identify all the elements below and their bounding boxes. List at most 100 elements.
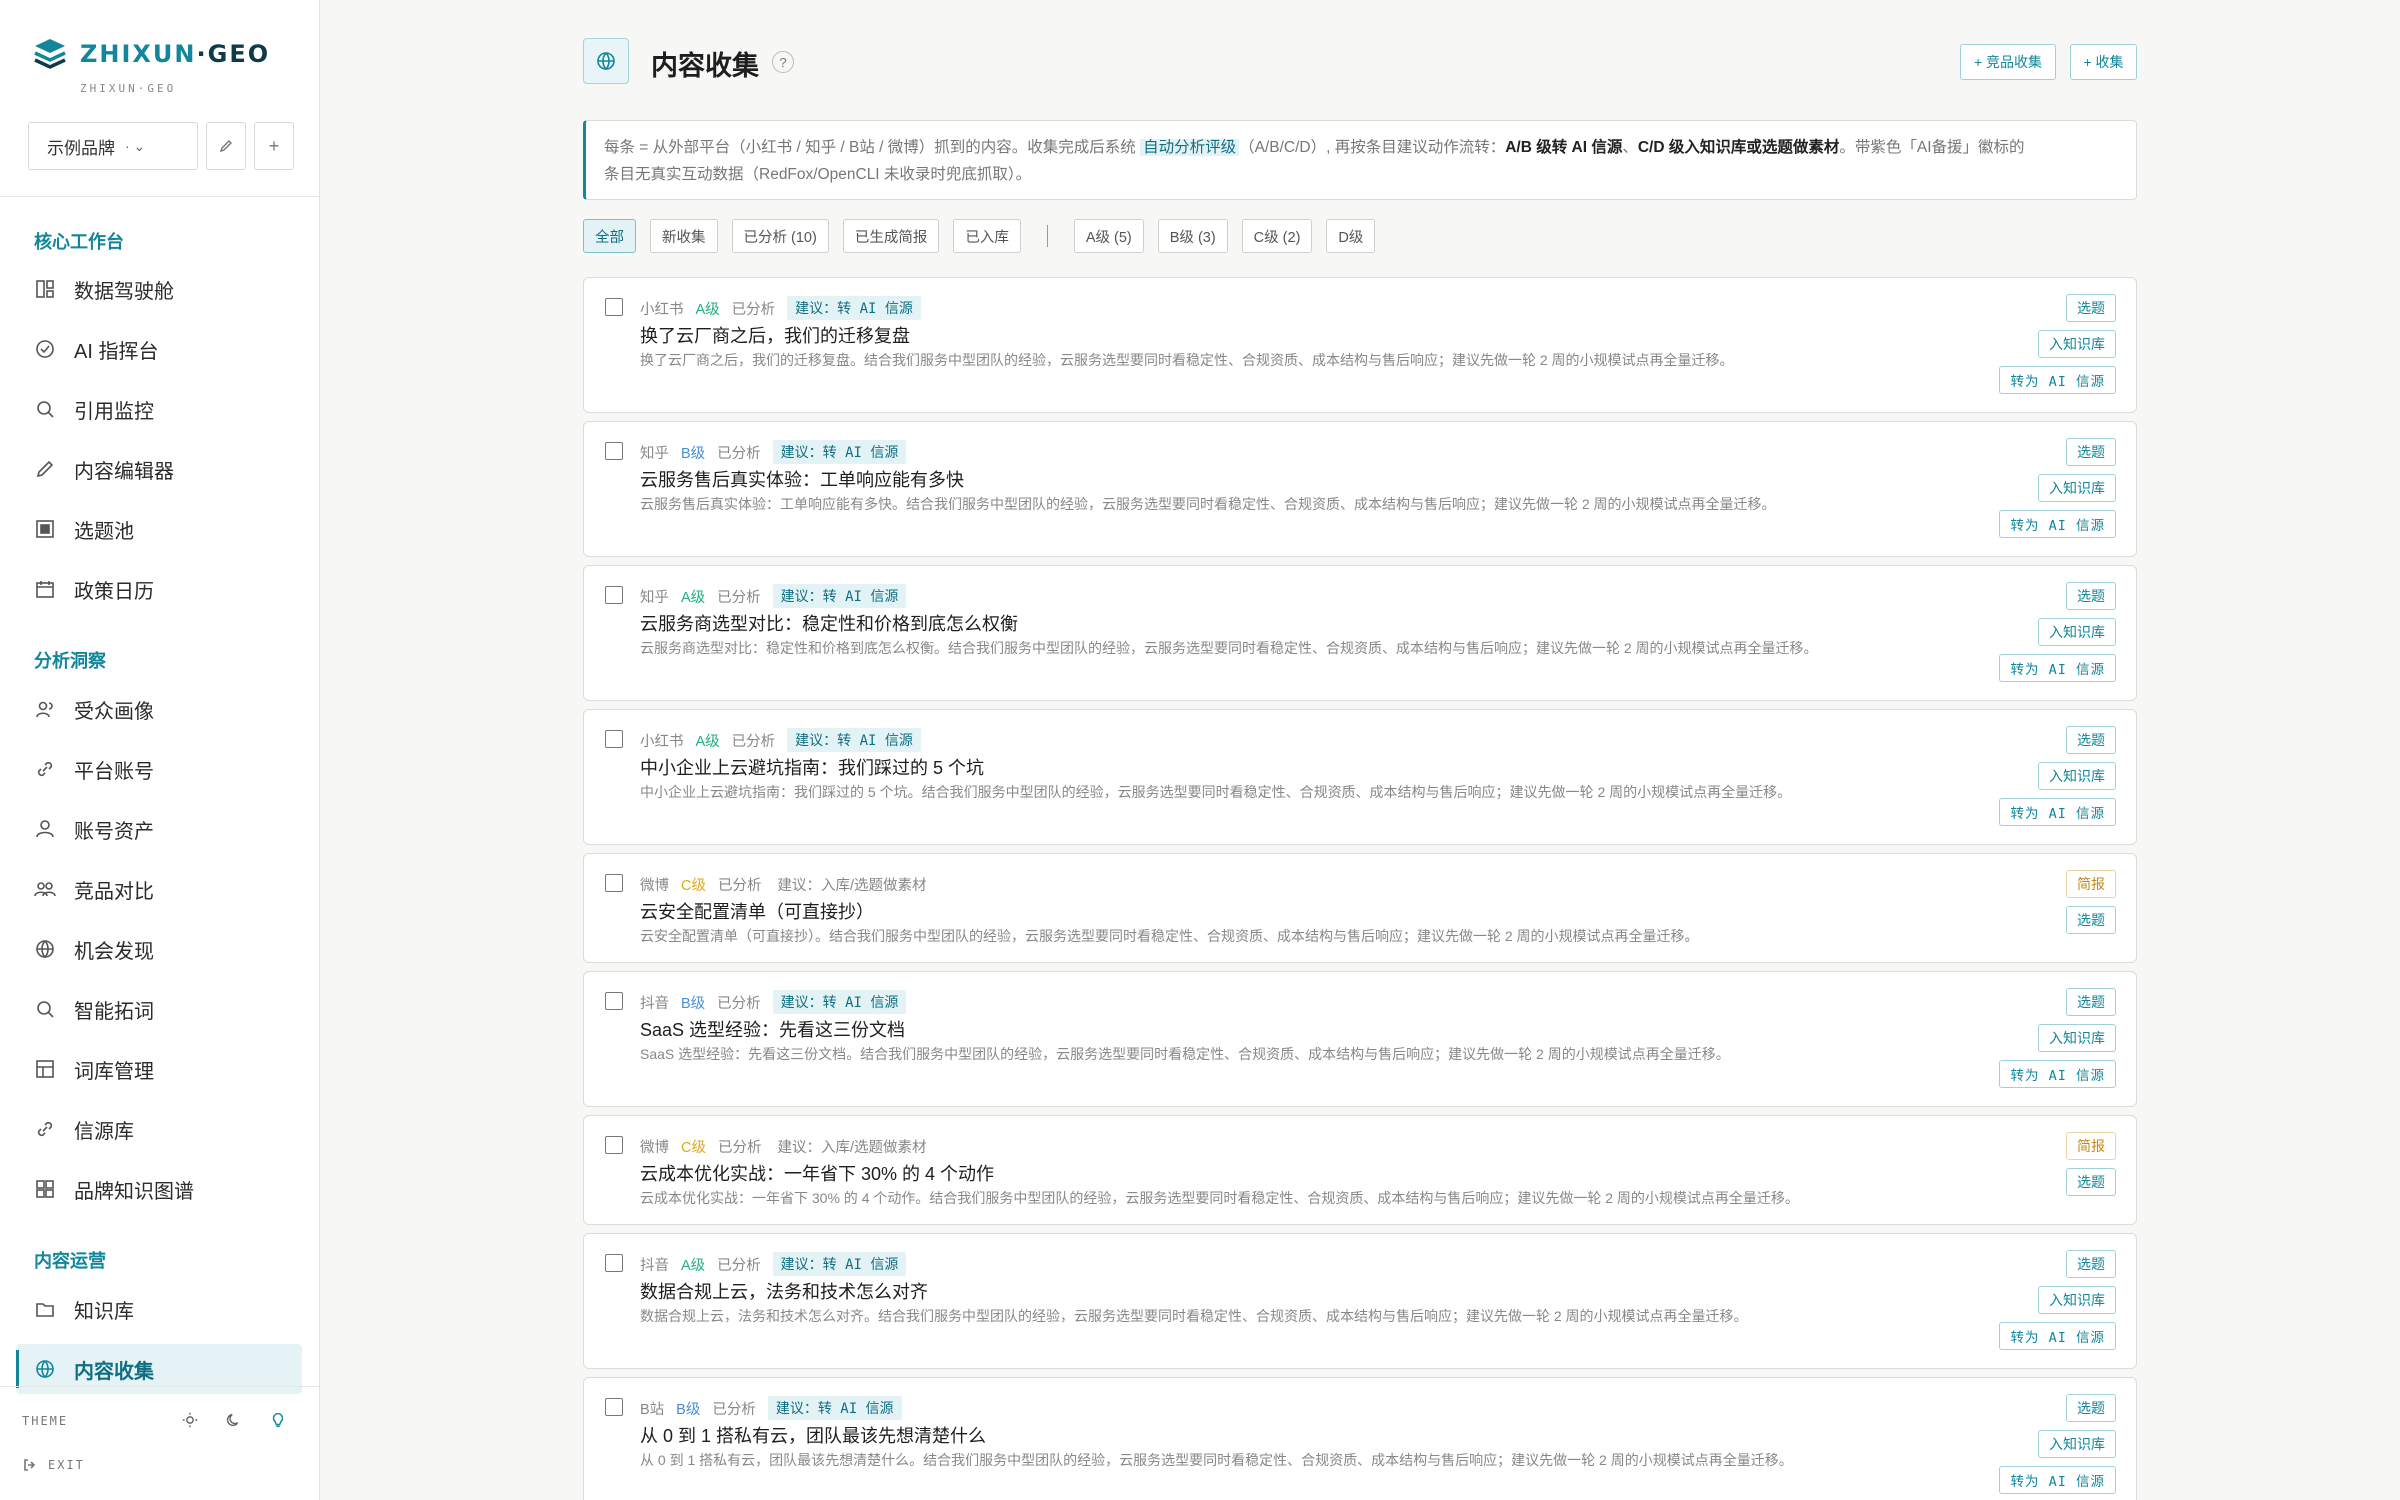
card-title[interactable]: 云服务售后真实体验：工单响应能有多快 [640, 466, 964, 492]
filter-stored[interactable]: 已入库 [953, 219, 1021, 253]
competitor-collect-button[interactable]: + 竞品收集 [1960, 44, 2056, 80]
collect-button[interactable]: + 收集 [2070, 44, 2137, 80]
select-checkbox[interactable] [605, 1136, 623, 1154]
sidebar-item-insight-5[interactable]: 智能拓词 [16, 984, 302, 1034]
exit-button[interactable]: EXIT [22, 1457, 85, 1473]
sidebar-item-core-3[interactable]: 内容编辑器 [16, 444, 302, 494]
card-title[interactable]: 云安全配置清单（可直接抄） [640, 898, 874, 924]
topic-button[interactable]: 选题 [2066, 294, 2116, 322]
topic-button[interactable]: 选题 [2066, 1168, 2116, 1196]
add-to-knowledge-base-button[interactable]: 入知识库 [2038, 1430, 2116, 1458]
topic-button[interactable]: 选题 [2066, 438, 2116, 466]
suggestion-badge: 建议：转 AI 信源 [772, 1252, 907, 1276]
select-checkbox[interactable] [605, 730, 623, 748]
sidebar-item-core-0[interactable]: 数据驾驶舱 [16, 264, 302, 314]
status-badge: 已分析 [731, 733, 776, 750]
filter-grade-b[interactable]: B级 (3) [1157, 219, 1228, 253]
select-checkbox[interactable] [605, 874, 623, 892]
sidebar-item-insight-0[interactable]: 受众画像 [16, 684, 302, 734]
add-to-knowledge-base-button[interactable]: 入知识库 [2038, 618, 2116, 646]
brand-subtitle: ZHIXUN·GEO [80, 82, 177, 95]
help-icon[interactable]: ? [772, 51, 794, 73]
topic-button[interactable]: 选题 [2066, 988, 2116, 1016]
topic-button[interactable]: 选题 [2066, 906, 2116, 934]
content-card[interactable]: 微博 C级 已分析 建议：入库/选题做素材 云安全配置清单（可直接抄） 云安全配置清单（可… [583, 853, 2137, 963]
convert-to-ai-source-button[interactable]: 转为 AI 信源 [1999, 1060, 2116, 1088]
filter-analyzed[interactable]: 已分析 (10) [731, 219, 829, 253]
add-to-knowledge-base-button[interactable]: 入知识库 [2038, 1024, 2116, 1052]
sidebar-item-insight-8[interactable]: 品牌知识图谱 [16, 1164, 302, 1214]
edit-brand-button[interactable] [206, 122, 246, 170]
content-card[interactable]: 小红书 A级 已分析 建议：转 AI 信源 换了云厂商之后，我们的迁移复盘 换了云厂商之后… [583, 277, 2137, 413]
sidebar-item-core-2[interactable]: 引用监控 [16, 384, 302, 434]
select-checkbox[interactable] [605, 586, 623, 604]
sidebar-item-core-1[interactable]: AI 指挥台 [16, 324, 302, 374]
content-card[interactable]: B站 B级 已分析 建议：转 AI 信源从 0 到 1 搭私有云，团队最该先想清楚什么… [583, 1377, 2137, 1500]
filter-all[interactable]: 全部 [583, 219, 636, 253]
content-card[interactable]: 小红书 A级 已分析 建议：转 AI 信源 中小企业上云避坑指南：我们踩过的 5 个坑中… [583, 709, 2137, 845]
suggestion-badge: 建议：转 AI 信源 [767, 1396, 902, 1420]
sidebar-item-insight-7[interactable]: 信源库 [16, 1104, 302, 1154]
brief-button[interactable]: 简报 [2066, 1132, 2116, 1160]
card-description: 云服务商选型对比：稳定性和价格到底怎么权衡。结合我们服务中型团队的经验，云服务选… [640, 640, 1818, 656]
content-card[interactable]: 知乎 A级 已分析 建议：转 AI 信源 云服务商选型对比：稳定性和价格到底怎么权衡 云服… [583, 565, 2137, 701]
add-brand-button[interactable]: + [254, 122, 294, 170]
add-to-knowledge-base-button[interactable]: 入知识库 [2038, 1286, 2116, 1314]
content-card[interactable]: 抖音 A级 已分析 建议：转 AI 信源 数据合规上云，法务和技术怎么对齐 数据合规上云，… [583, 1233, 2137, 1369]
convert-to-ai-source-button[interactable]: 转为 AI 信源 [1999, 1466, 2116, 1494]
convert-to-ai-source-button[interactable]: 转为 AI 信源 [1999, 510, 2116, 538]
globe-icon [34, 938, 56, 960]
card-title[interactable]: 数据合规上云，法务和技术怎么对齐 [640, 1278, 928, 1304]
sidebar-item-core-5[interactable]: 政策日历 [16, 564, 302, 614]
add-to-knowledge-base-button[interactable]: 入知识库 [2038, 330, 2116, 358]
user-icon [34, 818, 56, 840]
card-title[interactable]: 云成本优化实战：一年省下 30% 的 4 个动作 [640, 1160, 994, 1186]
sidebar-item-ops-0[interactable]: 知识库 [16, 1284, 302, 1334]
moon-icon[interactable] [224, 1410, 244, 1430]
select-checkbox[interactable] [605, 442, 623, 460]
brief-button[interactable]: 简报 [2066, 870, 2116, 898]
sidebar-item-insight-6[interactable]: 词库管理 [16, 1044, 302, 1094]
filter-grade-c[interactable]: C级 (2) [1241, 219, 1313, 253]
status-badge: 已分析 [717, 995, 761, 1012]
filter-new[interactable]: 新收集 [650, 219, 718, 253]
content-card[interactable]: 微博 C级 已分析 建议：入库/选题做素材 云成本优化实战：一年省下 30% 的 4 个… [583, 1115, 2137, 1225]
convert-to-ai-source-button[interactable]: 转为 AI 信源 [1999, 654, 2116, 682]
select-checkbox[interactable] [605, 298, 623, 316]
convert-to-ai-source-button[interactable]: 转为 AI 信源 [1999, 366, 2116, 394]
filter-grade-a[interactable]: A级 (5) [1073, 219, 1144, 253]
card-title[interactable]: 从 0 到 1 搭私有云，团队最该先想清楚什么 [640, 1422, 986, 1448]
content-card[interactable]: 知乎 B级 已分析 建议：转 AI 信源 云服务售后真实体验：工单响应能有多快 云服务售后… [583, 421, 2137, 557]
sidebar-item-insight-3[interactable]: 竞品对比 [16, 864, 302, 914]
filter-briefed[interactable]: 已生成简报 [842, 219, 940, 253]
sidebar-item-core-4[interactable]: 选题池 [16, 504, 302, 554]
add-to-knowledge-base-button[interactable]: 入知识库 [2038, 474, 2116, 502]
info-banner: 每条 = 从外部平台（小红书 / 知乎 / B站 / 微博）抓到的内容。收集完成… [583, 120, 2137, 200]
sidebar-item-insight-1[interactable]: 平台账号 [16, 744, 302, 794]
bulb-icon[interactable] [268, 1410, 288, 1430]
select-checkbox[interactable] [605, 992, 623, 1010]
card-title[interactable]: 中小企业上云避坑指南：我们踩过的 5 个坑 [640, 754, 984, 780]
globe-icon [34, 1358, 56, 1380]
topic-button[interactable]: 选题 [2066, 726, 2116, 754]
filter-grade-d[interactable]: D级 [1326, 219, 1376, 253]
topic-button[interactable]: 选题 [2066, 582, 2116, 610]
pencil-icon [34, 458, 56, 480]
content-card[interactable]: 抖音 B级 已分析 建议：转 AI 信源 SaaS 选型经验：先看这三份文档 SaaS 选… [583, 971, 2137, 1107]
add-to-knowledge-base-button[interactable]: 入知识库 [2038, 762, 2116, 790]
topic-button[interactable]: 选题 [2066, 1394, 2116, 1422]
card-description: 换了云厂商之后，我们的迁移复盘。结合我们服务中型团队的经验，云服务选型要同时看稳… [640, 352, 1734, 368]
card-title[interactable]: SaaS 选型经验：先看这三份文档 [640, 1016, 905, 1042]
card-title[interactable]: 云服务商选型对比：稳定性和价格到底怎么权衡 [640, 610, 1018, 636]
convert-to-ai-source-button[interactable]: 转为 AI 信源 [1999, 1322, 2116, 1350]
sun-icon[interactable] [180, 1410, 200, 1430]
topic-button[interactable]: 选题 [2066, 1250, 2116, 1278]
sidebar-item-insight-4[interactable]: 机会发现 [16, 924, 302, 974]
convert-to-ai-source-button[interactable]: 转为 AI 信源 [1999, 798, 2116, 826]
brand-select[interactable]: 示例品牌 · ⌄ [28, 122, 198, 170]
select-checkbox[interactable] [605, 1254, 623, 1272]
brand-logo[interactable]: ZHIXUN·GEO [32, 36, 270, 72]
select-checkbox[interactable] [605, 1398, 623, 1416]
card-title[interactable]: 换了云厂商之后，我们的迁移复盘 [640, 322, 910, 348]
sidebar-item-insight-2[interactable]: 账号资产 [16, 804, 302, 854]
